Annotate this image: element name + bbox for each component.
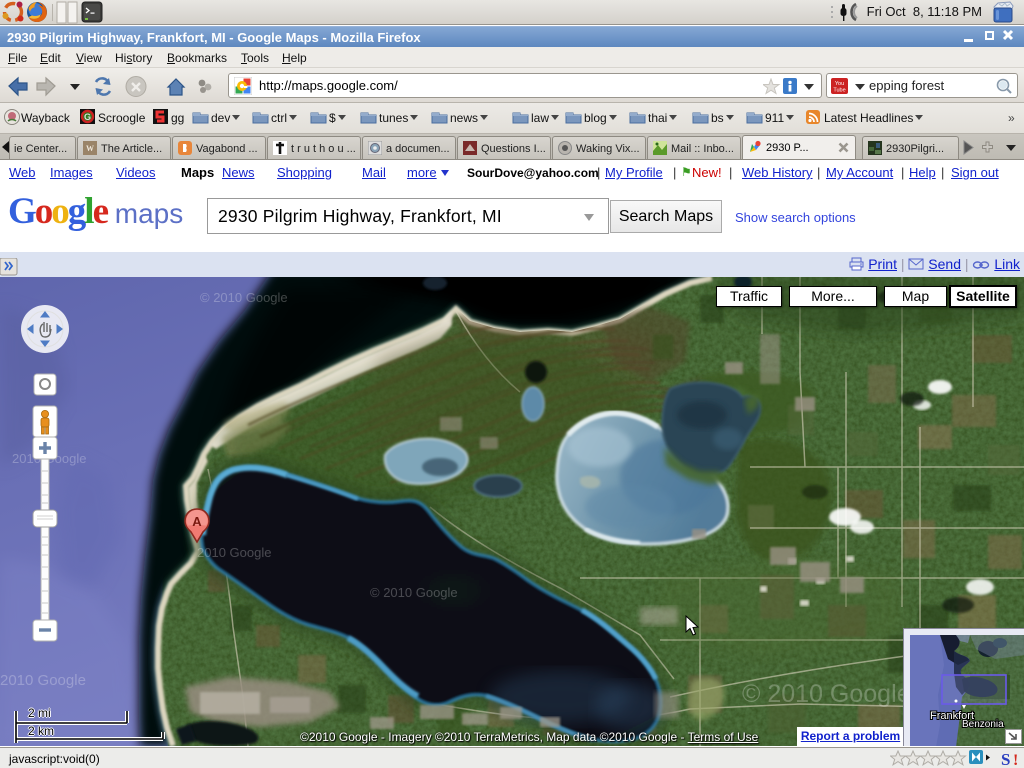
svg-text:G: G xyxy=(84,112,91,122)
svg-text:W: W xyxy=(86,144,94,153)
svg-text:2010 Google: 2010 Google xyxy=(0,672,86,689)
svg-text:A: A xyxy=(192,514,202,529)
svg-text:© 2010 Google: © 2010 Google xyxy=(742,680,911,708)
svg-text:You: You xyxy=(835,81,844,87)
svg-text:!: ! xyxy=(1013,752,1018,768)
svg-text:Benzonia: Benzonia xyxy=(962,719,1004,730)
svg-text:© 2010 Google: © 2010 Google xyxy=(370,585,458,600)
svg-text:© 2010 Google: © 2010 Google xyxy=(200,290,288,305)
svg-text:Tube: Tube xyxy=(833,88,845,94)
svg-text:S: S xyxy=(1001,750,1010,768)
svg-text:2010 Google: 2010 Google xyxy=(197,545,271,560)
